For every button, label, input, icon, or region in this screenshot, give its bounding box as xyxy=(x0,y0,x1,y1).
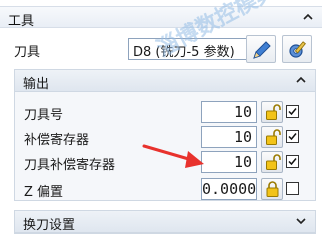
tool-change-panel: 换刀设置 xyxy=(14,210,316,234)
tool-compensation-register-label: 刀具补偿寄存器 xyxy=(24,158,116,173)
output-section-header[interactable]: 输出 xyxy=(15,70,315,92)
tool-section-title: 工具 xyxy=(8,14,35,29)
red-arrow-annotation xyxy=(142,144,204,168)
tool-settings-button[interactable] xyxy=(282,35,312,63)
z-offset-input[interactable]: 0.0000 xyxy=(201,178,257,200)
compensation-register-checkbox[interactable] xyxy=(286,130,299,143)
tool-compensation-register-lock-button[interactable] xyxy=(261,151,283,173)
pencil-edit-icon xyxy=(253,41,271,59)
checkmark-icon xyxy=(288,133,297,141)
tool-number-input[interactable]: 10 xyxy=(201,101,257,123)
tool-compensation-register-checkbox[interactable] xyxy=(286,155,299,168)
chevron-up-icon[interactable] xyxy=(295,74,307,86)
checkmark-icon xyxy=(288,158,297,166)
tool-change-section-title: 换刀设置 xyxy=(23,218,76,233)
tool-label: 刀具 xyxy=(14,45,41,60)
lock-closed-icon xyxy=(266,181,279,197)
lock-open-icon xyxy=(266,129,281,145)
z-offset-label: Z 偏置 xyxy=(24,185,64,200)
lock-open-icon xyxy=(266,154,281,170)
tool-number-label: 刀具号 xyxy=(24,108,64,123)
tool-number-lock-button[interactable] xyxy=(261,101,283,123)
tool-number-checkbox[interactable] xyxy=(286,105,299,118)
gear-wrench-icon xyxy=(289,41,306,58)
z-offset-checkbox[interactable] xyxy=(286,182,299,195)
lock-open-icon xyxy=(266,104,281,120)
checkmark-icon xyxy=(288,108,297,116)
tool-section-header[interactable]: 工具 xyxy=(0,6,322,29)
tool-select-value: D8 (铣刀-5 参数) xyxy=(133,45,235,60)
z-offset-lock-button[interactable] xyxy=(261,178,283,200)
output-section-title: 输出 xyxy=(23,77,50,92)
tool-change-section-header[interactable]: 换刀设置 xyxy=(15,211,315,233)
chevron-down-icon[interactable] xyxy=(295,215,307,227)
compensation-register-lock-button[interactable] xyxy=(261,126,283,148)
chevron-up-icon[interactable] xyxy=(302,11,314,23)
edit-tool-button[interactable] xyxy=(246,35,276,63)
compensation-register-label: 补偿寄存器 xyxy=(24,133,90,148)
